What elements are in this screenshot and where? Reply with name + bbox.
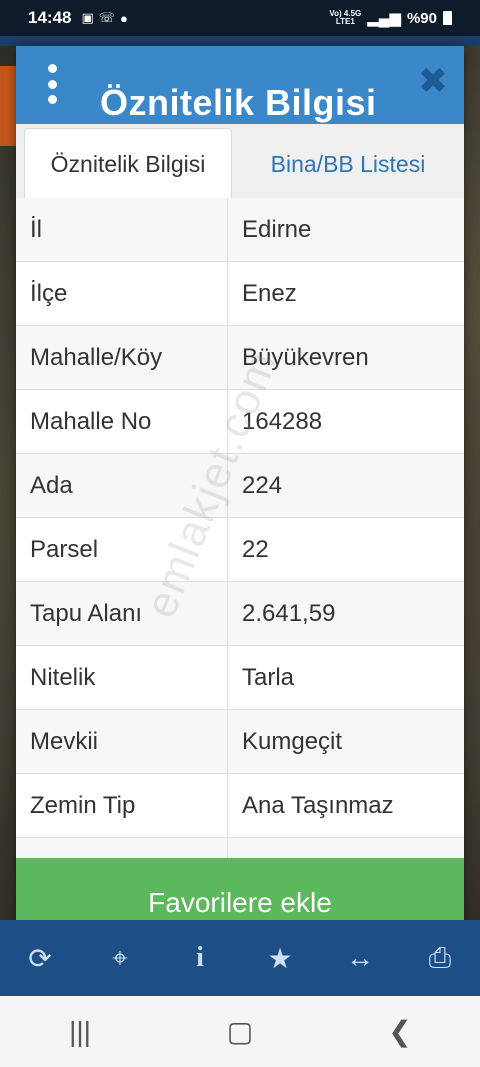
- row-value: Enez: [242, 279, 297, 307]
- attribute-table: İl Edirne İlçe Enez Mahalle/Köy Büyükevr…: [16, 198, 464, 902]
- dialog-tabs: Öznitelik Bilgisi Bina/BB Listesi: [16, 124, 464, 200]
- row-value: Tarla: [242, 663, 295, 691]
- print-icon[interactable]: ⎙: [415, 942, 465, 975]
- gallery-icon: ▣: [81, 10, 94, 25]
- row-key: Mahalle No: [16, 390, 228, 453]
- crosshair-icon[interactable]: ⌖: [95, 942, 145, 975]
- row-value: Edirne: [242, 215, 312, 243]
- status-bar: 14:48 ▣ ☏ ● Vo) 4.5G LTE1 ▂▄▆ %90: [0, 0, 480, 36]
- whatsapp-icon: ☏: [98, 10, 116, 25]
- battery-icon: [443, 11, 452, 25]
- row-key: İlçe: [16, 262, 228, 325]
- home-icon[interactable]: ▢: [210, 1015, 270, 1048]
- table-row: İlçe Enez: [16, 262, 464, 326]
- refresh-icon[interactable]: ⟳: [15, 942, 65, 975]
- dialog-title: Öznitelik Bilgisi: [100, 82, 377, 123]
- map-toolbar: ⟳ ⌖ i ★ ↔ ⎙: [0, 920, 480, 996]
- status-time: 14:48: [28, 8, 72, 27]
- map-top-bar: [0, 36, 480, 46]
- table-row: Nitelik Tarla: [16, 646, 464, 710]
- star-icon[interactable]: ★: [255, 942, 305, 975]
- table-row: Zemin Tip Ana Taşınmaz: [16, 774, 464, 838]
- signal-icon: ▂▄▆: [367, 10, 401, 27]
- row-key: Zemin Tip: [16, 774, 228, 837]
- table-row: Mevkii Kumgeçit: [16, 710, 464, 774]
- app-notification-icon: ●: [120, 10, 128, 26]
- system-nav-bar: ||| ▢ ❮: [0, 996, 480, 1067]
- tab-building-list[interactable]: Bina/BB Listesi: [240, 128, 456, 200]
- row-key: Nitelik: [16, 646, 228, 709]
- tab-attribute-info[interactable]: Öznitelik Bilgisi: [24, 128, 232, 200]
- table-row: Parsel 22: [16, 518, 464, 582]
- dialog-header: Öznitelik Bilgisi ✖: [16, 46, 464, 124]
- row-key: Tapu Alanı: [16, 582, 228, 645]
- recent-apps-icon[interactable]: |||: [50, 1016, 110, 1048]
- network-indicator: Vo) 4.5G LTE1: [329, 10, 361, 26]
- row-value: 2.641,59: [242, 599, 336, 627]
- row-key: Mevkii: [16, 710, 228, 773]
- row-value: 22: [242, 535, 269, 563]
- table-row: Tapu Alanı 2.641,59: [16, 582, 464, 646]
- close-icon[interactable]: ✖: [416, 63, 450, 100]
- notification-icons: ▣ ☏ ●: [81, 10, 127, 26]
- network-sim-label: LTE1: [335, 17, 355, 26]
- row-value: 224: [242, 471, 283, 499]
- info-icon[interactable]: i: [175, 942, 225, 974]
- battery-percent: %90: [406, 9, 437, 27]
- attribute-dialog: Öznitelik Bilgisi ✖ Öznitelik Bilgisi Bi…: [16, 46, 464, 948]
- row-key: Mahalle/Köy: [16, 326, 228, 389]
- more-vert-icon[interactable]: [44, 64, 60, 104]
- back-icon[interactable]: ❮: [370, 1015, 430, 1048]
- row-value: Ana Taşınmaz: [242, 791, 394, 819]
- status-right: Vo) 4.5G LTE1 ▂▄▆ %90: [329, 9, 452, 27]
- measure-icon[interactable]: ↔: [335, 942, 385, 974]
- row-value: Kumgeçit: [242, 727, 343, 755]
- table-row: İl Edirne: [16, 198, 464, 262]
- row-key: İl: [16, 198, 228, 261]
